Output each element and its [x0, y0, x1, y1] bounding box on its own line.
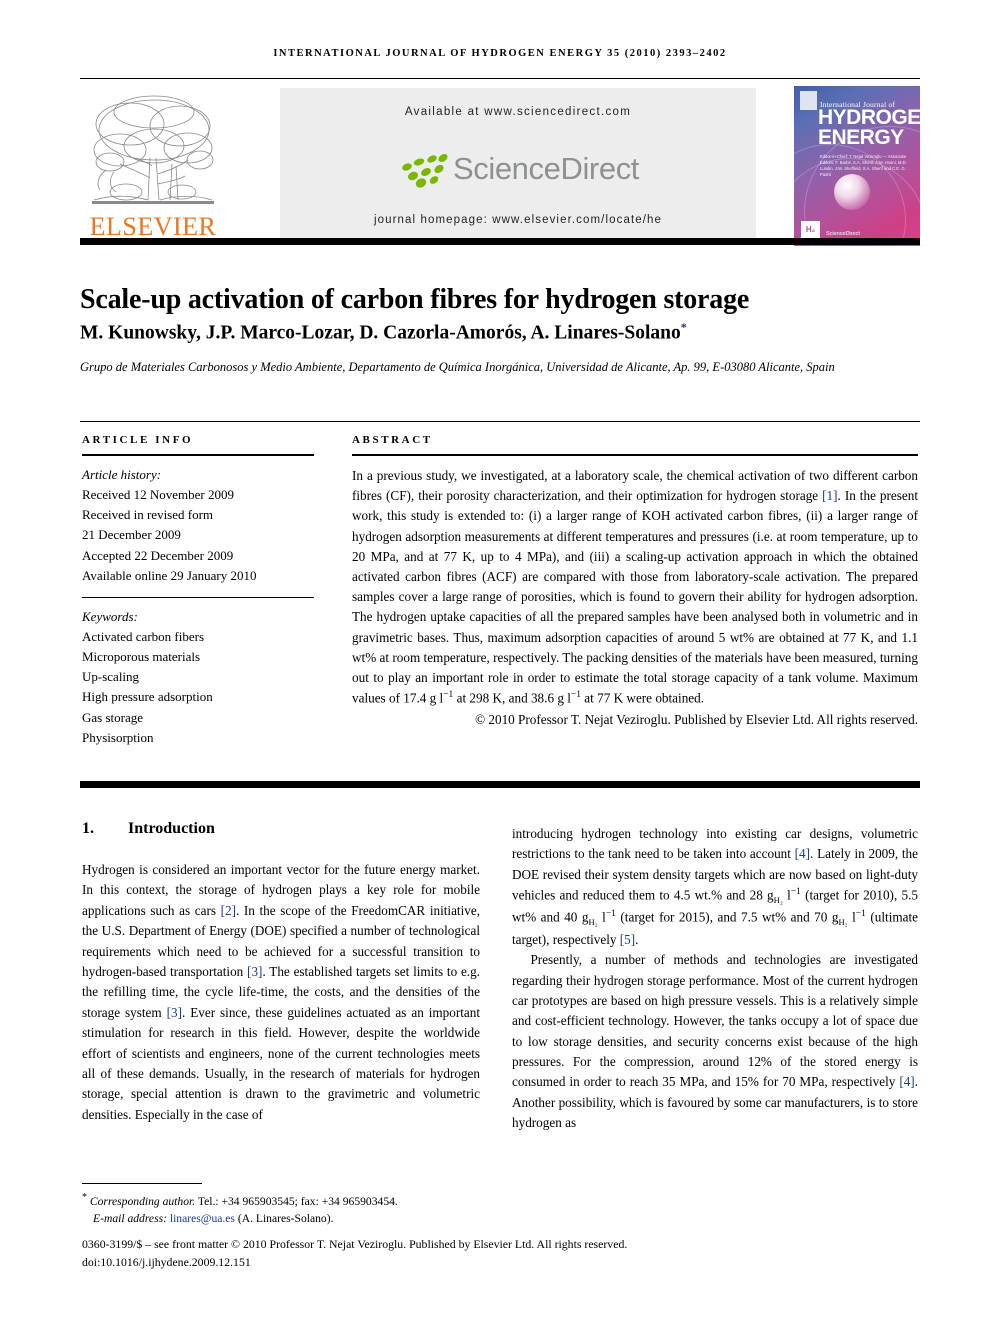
- abstract-part-4: at 77 K were obtained.: [581, 690, 705, 706]
- footnote-star: *: [82, 1192, 87, 1203]
- abstract-bottom-rule: [80, 781, 920, 788]
- keywords-divider: [82, 596, 314, 598]
- keyword-item: Activated carbon fibers: [82, 628, 205, 644]
- abstract-text: In a previous study, we investigated, at…: [352, 466, 918, 709]
- email-line: E-mail address: linares@ua.es (A. Linare…: [82, 1210, 562, 1227]
- abstract-part-3: at 298 K, and 38.6 g l: [453, 690, 571, 706]
- keyword-item: Up-scaling: [82, 669, 140, 685]
- body-column-right: introducing hydrogen technology into exi…: [512, 824, 918, 1134]
- section-title: Introduction: [128, 820, 215, 837]
- footnote-block: * Corresponding author. Tel.: +34 965903…: [82, 1190, 562, 1228]
- keyword-item: Gas storage: [82, 709, 144, 725]
- abstract-heading-rule: [352, 454, 918, 456]
- right-exponent-3: −1: [855, 909, 866, 920]
- corresponding-author-label: Corresponding author.: [89, 1194, 196, 1208]
- cover-editor-block: Editor-in-Chief: T. Nejat Veziroglu — As…: [820, 154, 907, 178]
- masthead: ELSEVIER Available at www.sciencedirect.…: [80, 86, 920, 246]
- citation-ref-3[interactable]: [3]: [247, 964, 262, 979]
- right-exponent-2: −1: [605, 909, 616, 920]
- subscript-h2-1: H₂: [773, 895, 783, 906]
- right-paragraph-2: Presently, a number of methods and techn…: [512, 950, 918, 1134]
- imprint-block: 0360-3199/$ – see front matter © 2010 Pr…: [82, 1235, 920, 1272]
- elsevier-logo: ELSEVIER: [84, 88, 222, 244]
- right-text-9: .: [635, 931, 639, 947]
- citation-ref-1[interactable]: [1]: [822, 488, 837, 503]
- history-item: 21 December 2009: [82, 527, 181, 543]
- abstract-exponent-1: −1: [443, 690, 454, 701]
- citation-ref-2[interactable]: [2]: [221, 903, 236, 918]
- history-item: Received in revised form: [82, 507, 214, 523]
- page-title: Scale-up activation of carbon fibres for…: [80, 283, 750, 315]
- journal-homepage-text[interactable]: journal homepage: www.elsevier.com/locat…: [280, 214, 756, 226]
- right-text-5: l: [597, 909, 606, 925]
- history-item: Received 12 November 2009: [82, 487, 234, 503]
- abstract-column: ABSTRACT In a previous study, we investi…: [352, 434, 918, 728]
- available-at-text: Available at www.sciencedirect.com: [404, 106, 632, 118]
- right-exponent-1: −1: [790, 887, 801, 898]
- abstract-top-rule: [80, 421, 920, 422]
- journal-cover-thumbnail[interactable]: International Journal of HYDROGEN ENERGY…: [794, 86, 920, 246]
- sciencedirect-logo[interactable]: ScienceDirect: [280, 138, 756, 200]
- citation-ref-3b[interactable]: [3]: [167, 1005, 182, 1020]
- imprint-line-2[interactable]: doi:10.1016/j.ijhydene.2009.12.151: [82, 1253, 920, 1271]
- cover-title: HYDROGEN ENERGY: [818, 106, 920, 149]
- article-info-heading-rule: [82, 454, 314, 456]
- citation-ref-4b[interactable]: [4]: [899, 1074, 914, 1089]
- subscript-h2-2: H₂: [588, 917, 598, 928]
- article-page: INTERNATIONAL JOURNAL OF HYDROGEN ENERGY…: [0, 0, 992, 1323]
- citation-ref-4[interactable]: [4]: [795, 846, 810, 861]
- abstract-exponent-2: −1: [570, 690, 581, 701]
- keyword-item: Microporous materials: [82, 649, 201, 665]
- running-head: INTERNATIONAL JOURNAL OF HYDROGEN ENERGY…: [273, 48, 727, 59]
- corresponding-author-line: * Corresponding author. Tel.: +34 965903…: [82, 1190, 562, 1210]
- email-owner: (A. Linares-Solano).: [234, 1212, 334, 1226]
- cover-h2-badge: H₂: [801, 221, 820, 238]
- sciencedirect-wordmark: ScienceDirect: [452, 151, 640, 186]
- abstract-copyright: © 2010 Professor T. Nejat Veziroglu. Pub…: [475, 711, 918, 727]
- cover-elsevier-mark: [800, 91, 817, 110]
- cover-title-line1: HYDROGEN: [818, 106, 920, 129]
- history-item: Accepted 22 December 2009: [82, 547, 234, 563]
- right-text-3: l: [782, 887, 791, 903]
- sciencedirect-leaves-icon: [402, 154, 448, 188]
- email-link[interactable]: linares@ua.es: [170, 1212, 235, 1225]
- body-column-left: Hydrogen is considered an important vect…: [82, 860, 480, 1125]
- subscript-h2-3: H₂: [838, 917, 848, 928]
- section-heading: 1. Introduction: [82, 820, 482, 838]
- keyword-item: Physisorption: [82, 729, 154, 745]
- article-history: Article history: Received 12 November 20…: [82, 465, 314, 586]
- section-number: 1.: [82, 820, 94, 837]
- cover-sciencedirect-mark: ScienceDirect: [826, 231, 860, 237]
- keywords-label: Keywords:: [82, 608, 138, 624]
- right-text-7: l: [847, 909, 856, 925]
- sciencedirect-banner: Available at www.sciencedirect.com Scien…: [280, 88, 756, 244]
- corresponding-author-tel: Tel.: +34 965903545; fax: +34 965903454.: [195, 1194, 398, 1208]
- affiliation: Grupo de Materiales Carbonosos y Medio A…: [80, 360, 835, 374]
- article-history-label: Article history:: [82, 467, 162, 482]
- keyword-item: High pressure adsorption: [82, 689, 213, 705]
- left-text-4: . Ever since, these guidelines actuated …: [82, 1004, 480, 1122]
- email-label: E-mail address:: [93, 1212, 170, 1226]
- keywords-block: Keywords: Activated carbon fibers Microp…: [82, 607, 314, 748]
- citation-ref-5[interactable]: [5]: [620, 932, 635, 947]
- right-text-6: (target for 2015), and 7.5 wt% and 70 g: [615, 909, 839, 925]
- imprint-line-1: 0360-3199/$ – see front matter © 2010 Pr…: [82, 1237, 628, 1251]
- author-names: M. Kunowsky, J.P. Marco-Lozar, D. Cazorl…: [80, 322, 681, 344]
- masthead-bottom-rule: [80, 238, 920, 245]
- right-text-10: Presently, a number of methods and techn…: [512, 952, 918, 1090]
- corresponding-author-marker: *: [680, 320, 687, 334]
- abstract-part-2: . In the present work, this study is ext…: [352, 488, 918, 706]
- right-paragraph-1: introducing hydrogen technology into exi…: [512, 824, 918, 950]
- cover-title-line2: ENERGY: [818, 125, 904, 149]
- cover-sphere-graphic: [834, 174, 870, 210]
- article-info-heading: ARTICLE INFO: [82, 434, 194, 446]
- history-item: Available online 29 January 2010: [82, 567, 257, 583]
- header-rule: [80, 78, 920, 79]
- article-info-column: ARTICLE INFO Article history: Received 1…: [82, 434, 314, 748]
- elsevier-tree-icon: [92, 95, 214, 204]
- footnote-rule: [82, 1183, 202, 1184]
- author-list: M. Kunowsky, J.P. Marco-Lozar, D. Cazorl…: [80, 320, 920, 345]
- abstract-heading: ABSTRACT: [352, 434, 433, 446]
